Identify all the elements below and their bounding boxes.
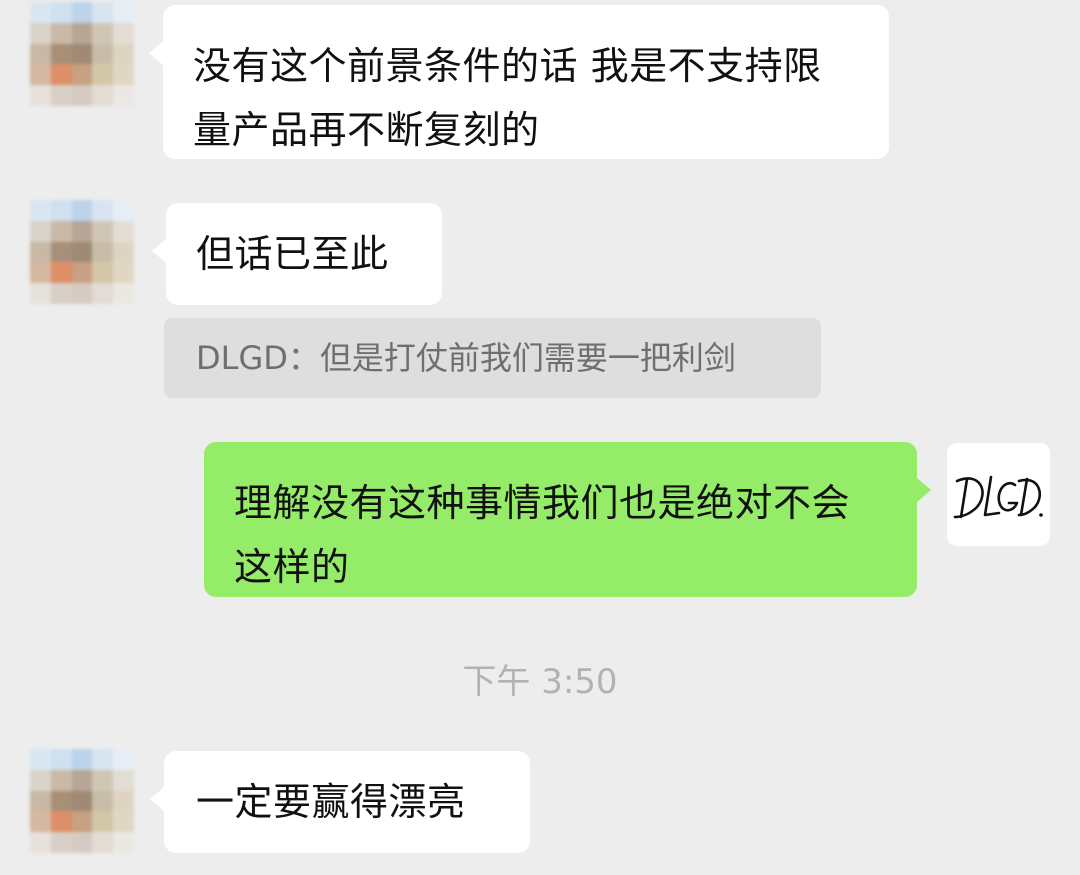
message-text: 但话已至此 <box>196 232 389 276</box>
incoming-message-bubble[interactable]: 但话已至此 <box>152 203 442 305</box>
message-text: 没有这个前景条件的话 我是不支持限量产品再不断复刻的 <box>193 44 822 152</box>
quoted-message-text: DLGD：但是打仗前我们需要一把利剑 <box>196 339 736 377</box>
outgoing-message-bubble[interactable]: 理解没有这种事情我们也是绝对不会这样的 <box>204 442 931 597</box>
dlgd-logo-icon <box>953 475 1043 519</box>
message-text: 一定要赢得漂亮 <box>196 780 466 824</box>
quoted-message[interactable]: DLGD：但是打仗前我们需要一把利剑 <box>164 318 821 398</box>
incoming-message-bubble[interactable]: 一定要赢得漂亮 <box>150 751 530 853</box>
chat-timestamp: 下午 3:50 <box>462 662 618 702</box>
my-avatar[interactable] <box>947 443 1050 546</box>
contact-avatar[interactable] <box>30 200 134 304</box>
message-text: 理解没有这种事情我们也是绝对不会这样的 <box>234 481 851 589</box>
contact-avatar[interactable] <box>30 2 134 106</box>
contact-avatar[interactable] <box>30 749 134 853</box>
incoming-message-bubble[interactable]: 没有这个前景条件的话 我是不支持限量产品再不断复刻的 <box>149 5 889 159</box>
